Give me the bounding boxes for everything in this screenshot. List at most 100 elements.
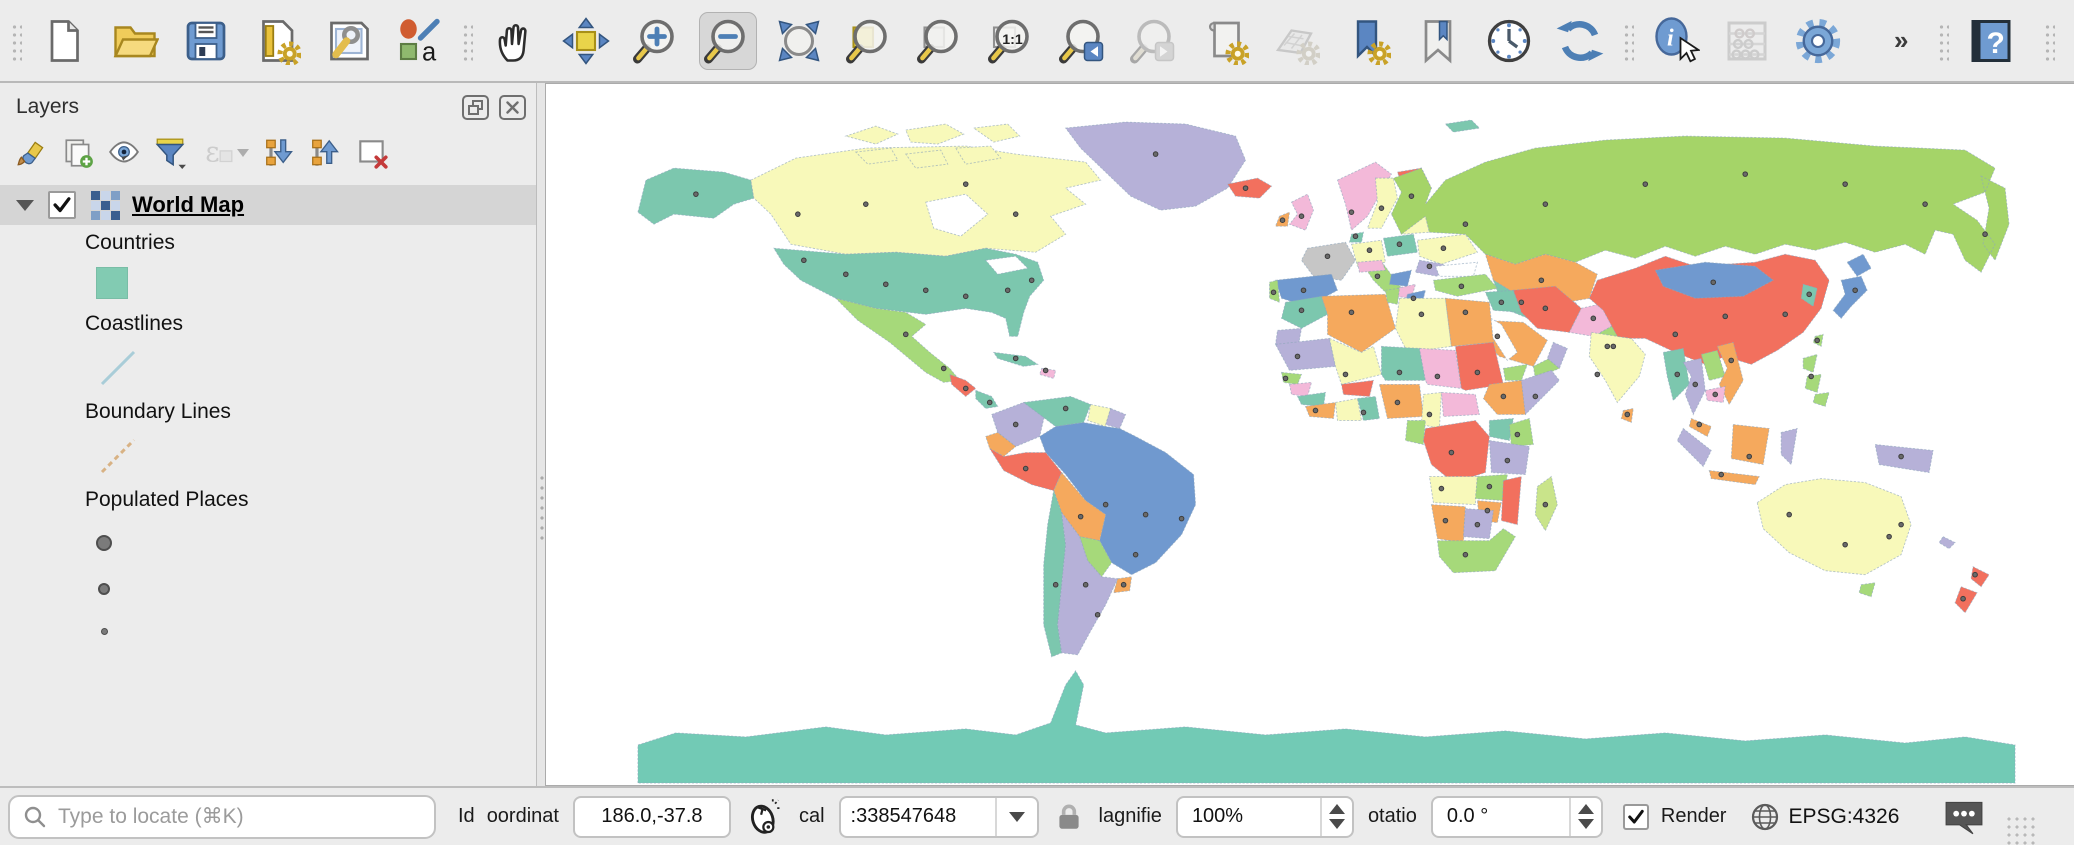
- country-philippines-1: [1803, 354, 1817, 372]
- open-layer-styling-button[interactable]: [12, 133, 52, 173]
- remove-layer-button[interactable]: [352, 133, 392, 173]
- help-icon: [1967, 17, 2015, 65]
- layer-group-label[interactable]: World Map: [132, 192, 244, 218]
- populated-place-dot: [1063, 406, 1068, 411]
- coordinate-field[interactable]: [573, 796, 731, 838]
- scale-dropdown-button[interactable]: [995, 798, 1037, 836]
- layout-manager-button[interactable]: [319, 12, 377, 70]
- populated-place-dot: [1023, 466, 1028, 471]
- options-button[interactable]: [1789, 12, 1847, 70]
- populated-place-dot: [1899, 522, 1904, 527]
- open-project-icon: [111, 17, 159, 65]
- locator-box[interactable]: [8, 795, 436, 839]
- layer-group-row-world-map[interactable]: World Map: [0, 185, 536, 225]
- legend-entry-countries[interactable]: Countries: [0, 225, 536, 261]
- map-canvas[interactable]: [545, 83, 2074, 786]
- add-group-button[interactable]: [58, 133, 98, 173]
- rotation-spinbox[interactable]: [1431, 796, 1603, 838]
- manage-map-themes-button[interactable]: [104, 133, 144, 173]
- populated-place-dot: [1005, 288, 1010, 293]
- resize-grip[interactable]: [2005, 815, 2035, 845]
- toolbar-grip[interactable]: [461, 21, 473, 61]
- filter-legend-button[interactable]: [150, 133, 190, 173]
- country-australia: [1757, 479, 1911, 575]
- pan-to-selection-button[interactable]: [557, 12, 615, 70]
- panel-float-button[interactable]: [462, 95, 489, 120]
- mouse-position-toggle-icon: [745, 797, 785, 837]
- zoom-last-button[interactable]: [1054, 12, 1112, 70]
- toolbar-grip[interactable]: [10, 21, 22, 61]
- open-project-button[interactable]: [106, 12, 164, 70]
- new-print-layout-button[interactable]: [248, 12, 306, 70]
- zoom-full-button[interactable]: [770, 12, 828, 70]
- populated-place-dot: [1271, 290, 1276, 295]
- country-java: [1709, 471, 1759, 485]
- country-india: [1589, 332, 1645, 402]
- abacus-icon: [1723, 17, 1771, 65]
- toolbar-grip[interactable]: [1622, 21, 1634, 61]
- messages-button[interactable]: [1941, 798, 1987, 836]
- populated-place-dot: [1807, 292, 1812, 297]
- rotation-input[interactable]: [1443, 805, 1569, 828]
- toolbar-overflow-chevron[interactable]: »: [1886, 25, 1914, 56]
- crs-status-button[interactable]: EPSG:4326: [1750, 802, 1899, 832]
- legend-entry-coastlines[interactable]: Coastlines: [0, 305, 536, 343]
- expand-all-button[interactable]: [260, 133, 300, 173]
- legend-label: Populated Places: [0, 488, 248, 512]
- styling-brush-icon: [15, 136, 49, 170]
- legend-entry-boundary-lines[interactable]: Boundary Lines: [0, 393, 536, 431]
- country-tunisia: [1385, 288, 1399, 304]
- populated-place-dot: [1961, 596, 1966, 601]
- populated-place-dot: [1543, 502, 1548, 507]
- legend-entry-populated-places[interactable]: Populated Places: [0, 481, 536, 519]
- country-philippines-3: [1813, 392, 1829, 406]
- scale-combobox[interactable]: :338547648: [839, 796, 1039, 838]
- show-bookmarks-button[interactable]: [1409, 12, 1467, 70]
- new-project-button[interactable]: [35, 12, 93, 70]
- save-project-button[interactable]: [177, 12, 235, 70]
- populated-place-dot: [1463, 552, 1468, 557]
- populated-place-dot: [1349, 310, 1354, 315]
- render-checkbox[interactable]: [1623, 804, 1649, 830]
- collapse-all-button[interactable]: [306, 133, 346, 173]
- lock-scale-button[interactable]: [1053, 801, 1085, 833]
- layer-visibility-checkbox[interactable]: [48, 191, 76, 219]
- temporal-controller-button[interactable]: [1480, 12, 1538, 70]
- magnifier-spinbox[interactable]: [1176, 796, 1354, 838]
- country-ivory-coast: [1335, 398, 1361, 420]
- mouse-position-toggle-button[interactable]: [745, 797, 785, 837]
- check-icon: [51, 194, 73, 216]
- populated-place-dot: [1299, 308, 1304, 313]
- refresh-button[interactable]: [1551, 12, 1609, 70]
- populated-place-dot: [1475, 522, 1480, 527]
- panel-splitter[interactable]: [537, 83, 545, 786]
- help-button[interactable]: [1962, 12, 2020, 70]
- expand-arrow-icon[interactable]: [16, 200, 34, 211]
- populated-place-dot: [694, 192, 699, 197]
- render-toggle[interactable]: Render: [1623, 804, 1727, 830]
- coordinate-label: oordinat: [487, 805, 559, 828]
- layers-panel-title: Layers: [16, 95, 79, 119]
- zoom-in-button[interactable]: [628, 12, 686, 70]
- toolbar-grip[interactable]: [1937, 21, 1949, 61]
- panel-close-button[interactable]: [499, 95, 526, 120]
- funnel-icon: [153, 136, 187, 170]
- zoom-to-selection-button[interactable]: [841, 12, 899, 70]
- locator-input[interactable]: [58, 805, 422, 829]
- style-manager-button[interactable]: [390, 12, 448, 70]
- pan-map-button[interactable]: [486, 12, 544, 70]
- zoom-to-layer-button[interactable]: [912, 12, 970, 70]
- country-nz-south: [1955, 587, 1977, 613]
- new-spatial-bookmark-button[interactable]: [1338, 12, 1396, 70]
- magnifier-label: lagnifie: [1099, 805, 1162, 828]
- zoom-native-button[interactable]: [983, 12, 1041, 70]
- new-map-view-button[interactable]: [1196, 12, 1254, 70]
- identify-features-button[interactable]: [1647, 12, 1705, 70]
- zoom-out-button[interactable]: [699, 12, 757, 70]
- magnifier-input[interactable]: [1188, 805, 1320, 828]
- coordinate-input[interactable]: [581, 805, 723, 828]
- rotation-spin-buttons[interactable]: [1569, 798, 1601, 836]
- toolbar-grip[interactable]: [2043, 21, 2055, 61]
- expression-dropdown-arrow[interactable]: [237, 149, 249, 157]
- magnifier-spin-buttons[interactable]: [1320, 798, 1352, 836]
